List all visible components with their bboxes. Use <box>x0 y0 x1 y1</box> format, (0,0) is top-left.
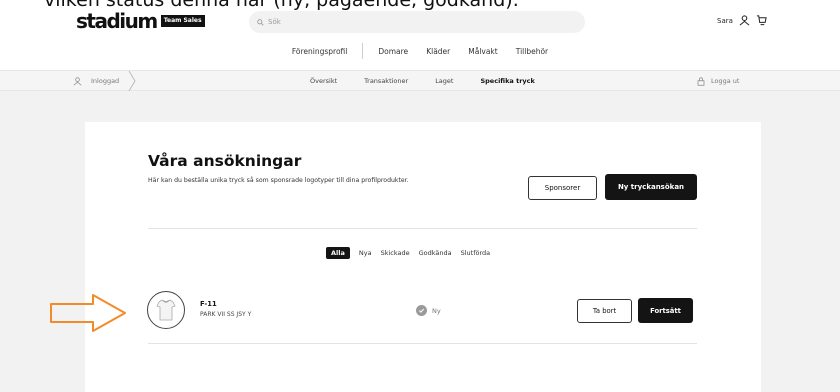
status-filter-tabs: Alla Nya Skickade Godkända Slutförda <box>326 246 499 259</box>
filter-tab-skickade[interactable]: Skickade <box>381 249 410 257</box>
filter-tab-slutforda[interactable]: Slutförda <box>461 249 491 257</box>
status-badge: Ny <box>416 305 441 316</box>
subnav-item-specifika-tryck[interactable]: Specifika tryck <box>480 77 534 85</box>
nav-item-tillbehor[interactable]: Tillbehör <box>516 47 548 56</box>
subnav-item-oversikt[interactable]: Översikt <box>310 77 337 85</box>
stadium-logo[interactable]: stadium Team Sales <box>76 11 205 31</box>
remove-button[interactable]: Ta bort <box>577 299 632 323</box>
jersey-icon <box>156 299 176 321</box>
product-thumbnail <box>147 291 185 329</box>
subnav-item-laget[interactable]: Laget <box>435 77 453 85</box>
filter-tab-alla[interactable]: Alla <box>326 246 350 259</box>
orange-arrow-annotation <box>50 294 126 332</box>
sponsors-button[interactable]: Sponsorer <box>528 176 597 200</box>
page-title: Våra ansökningar <box>148 152 302 170</box>
user-name[interactable]: Sara <box>717 17 733 25</box>
lock-icon <box>697 76 705 86</box>
cart-icon[interactable] <box>756 15 767 26</box>
user-area: Sara <box>717 15 767 26</box>
application-product: PARK VII SS JSY Y <box>200 311 252 318</box>
subnav-links: Översikt Transaktioner Laget Specifika t… <box>310 71 562 91</box>
page-subtitle: Här kan du beställa unika tryck så som s… <box>148 177 409 184</box>
nav-item-klader[interactable]: Kläder <box>426 47 450 56</box>
search-input[interactable]: Sök <box>249 11 585 33</box>
status-check-icon <box>416 305 427 316</box>
logout-link[interactable]: Logga ut <box>697 71 739 91</box>
top-bar: stadium Team Sales Sök Sara <box>0 11 840 35</box>
filter-tab-godkanda[interactable]: Godkända <box>419 249 452 257</box>
continue-button[interactable]: Fortsätt <box>638 298 693 323</box>
logo-wordmark: stadium <box>76 9 158 33</box>
logged-in-label: Inloggad <box>91 77 120 85</box>
nav-item-foreningsprofil[interactable]: Föreningsprofil <box>292 47 348 56</box>
main-navigation: Föreningsprofil Domare Kläder Målvakt Ti… <box>0 43 840 59</box>
logged-in-indicator: Inloggad <box>73 71 119 91</box>
divider-bottom <box>148 343 697 344</box>
user-outline-icon <box>73 76 82 86</box>
search-icon <box>257 18 264 26</box>
new-print-request-button[interactable]: Ny tryckansökan <box>605 174 697 200</box>
subnav-item-transaktioner[interactable]: Transaktioner <box>364 77 408 85</box>
logout-label: Logga ut <box>711 77 740 85</box>
divider-top <box>148 228 697 229</box>
user-icon[interactable] <box>739 15 750 26</box>
status-label: Ny <box>432 306 441 315</box>
filter-tab-nya[interactable]: Nya <box>359 249 372 257</box>
application-code: F-11 <box>200 300 217 308</box>
nav-divider <box>362 43 364 59</box>
account-subnav: Inloggad Översikt Transaktioner Laget Sp… <box>0 70 840 91</box>
breadcrumb-chevron-icon <box>128 71 136 91</box>
team-sales-badge: Team Sales <box>160 15 205 27</box>
nav-item-malvakt[interactable]: Målvakt <box>468 47 497 56</box>
search-placeholder: Sök <box>268 18 281 26</box>
nav-item-domare[interactable]: Domare <box>378 47 408 56</box>
